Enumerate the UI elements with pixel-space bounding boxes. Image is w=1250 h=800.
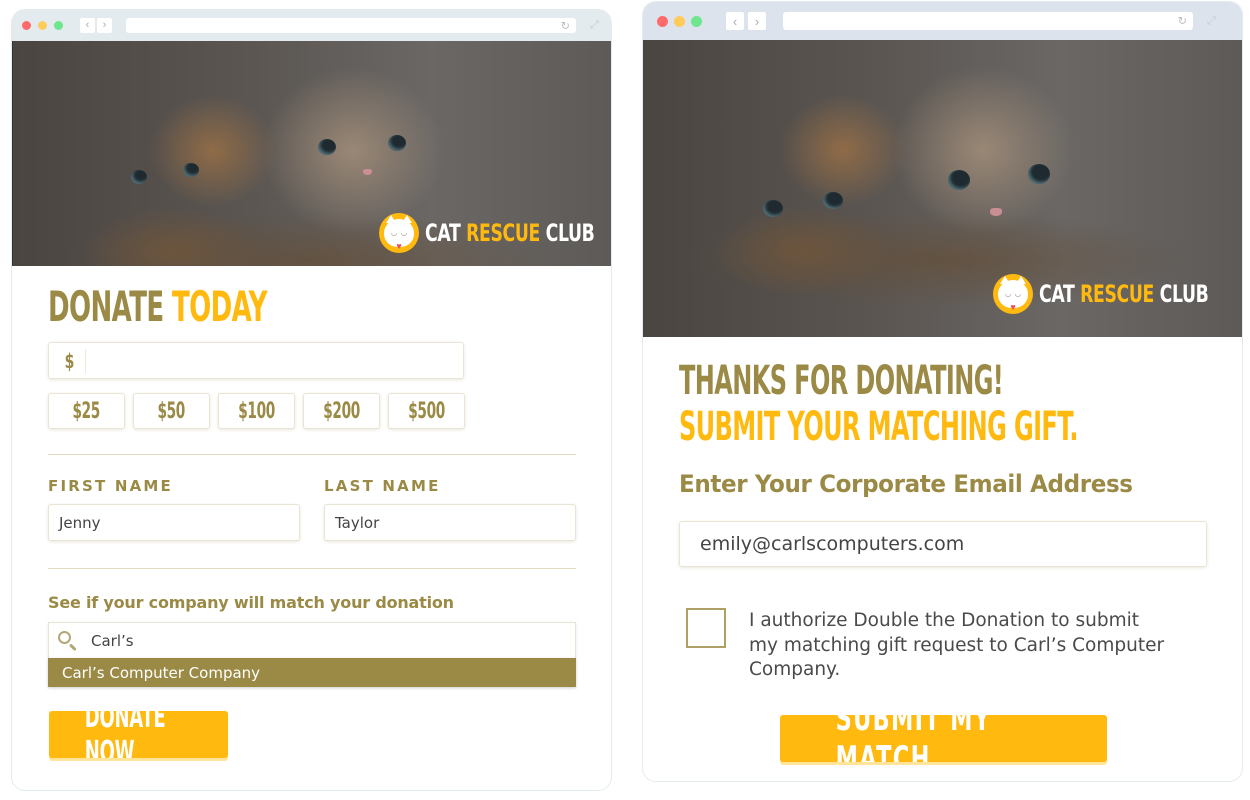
preset-label: $500 bbox=[408, 398, 445, 424]
title-donate: DONATE bbox=[48, 282, 164, 331]
donate-now-button[interactable]: DONATE NOW bbox=[49, 711, 228, 758]
reload-icon[interactable]: ↻ bbox=[1178, 15, 1187, 28]
close-window-dot[interactable] bbox=[657, 15, 668, 27]
kitten-eye bbox=[318, 139, 336, 155]
window-controls bbox=[22, 21, 70, 30]
title-line-thanks: THANKS FOR DONATING! bbox=[679, 358, 1004, 404]
divider bbox=[48, 454, 576, 455]
brand-word-rescue: RESCUE bbox=[466, 219, 540, 247]
input-divider bbox=[85, 348, 86, 373]
title-line-submit: SUBMIT YOUR MATCHING GIFT. bbox=[679, 404, 1078, 450]
kitten-nose bbox=[990, 208, 1002, 216]
page-title: DONATE TODAY bbox=[48, 286, 268, 328]
authorize-consent-text: I authorize Double the Donation to submi… bbox=[749, 610, 1165, 680]
last-name-label: LAST NAME bbox=[324, 477, 441, 495]
maximize-window-dot[interactable] bbox=[54, 21, 63, 30]
first-name-input[interactable]: Jenny bbox=[48, 504, 300, 541]
back-icon[interactable]: ‹ bbox=[726, 12, 744, 30]
page-title: THANKS FOR DONATING! SUBMIT YOUR MATCHIN… bbox=[679, 358, 1078, 450]
brand-logo: ◡ ◡ ♥ CAT RESCUE CLUB bbox=[993, 274, 1242, 314]
brand-word-club: CLUB bbox=[1159, 280, 1209, 308]
browser-chrome: ‹ › ↻ ⤢ bbox=[12, 10, 611, 41]
donation-form-window: ‹ › ↻ ⤢ ◡ ◡ ♥ CAT RESCUE CLUB DONATE TODA… bbox=[11, 9, 612, 791]
back-icon[interactable]: ‹ bbox=[80, 18, 95, 33]
browser-chrome: ‹ › ↻ ⤢ bbox=[643, 2, 1242, 40]
address-bar[interactable]: ↻ bbox=[783, 12, 1193, 30]
minimize-window-dot[interactable] bbox=[674, 15, 685, 27]
submit-match-label: SUBMIT MY MATCH bbox=[835, 715, 992, 762]
brand-logo: ◡ ◡ ♥ CAT RESCUE CLUB bbox=[379, 213, 611, 253]
expand-icon[interactable]: ⤢ bbox=[590, 19, 599, 32]
kitten-eye bbox=[183, 163, 199, 177]
preset-50-button[interactable]: $50 bbox=[133, 393, 210, 429]
preset-label: $100 bbox=[238, 398, 275, 424]
window-controls bbox=[657, 15, 708, 27]
company-match-label: See if your company will match your dona… bbox=[48, 593, 454, 612]
donation-amount-input[interactable]: $ bbox=[48, 342, 464, 379]
preset-label: $50 bbox=[157, 398, 186, 424]
forward-icon[interactable]: › bbox=[97, 18, 112, 33]
submit-match-button[interactable]: SUBMIT MY MATCH bbox=[780, 715, 1107, 762]
last-name-input[interactable]: Taylor bbox=[324, 504, 576, 541]
brand-word-rescue: RESCUE bbox=[1080, 280, 1154, 308]
reload-icon[interactable]: ↻ bbox=[561, 19, 570, 32]
hero-kittens-image: ◡ ◡ ♥ CAT RESCUE CLUB bbox=[643, 40, 1242, 337]
title-today: TODAY bbox=[171, 282, 268, 331]
cat-logo-icon: ◡ ◡ ♥ bbox=[993, 274, 1033, 314]
first-name-label: FIRST NAME bbox=[48, 477, 173, 495]
preset-amounts: $25 $50 $100 $200 $500 bbox=[48, 393, 465, 429]
preset-25-button[interactable]: $25 bbox=[48, 393, 125, 429]
close-window-dot[interactable] bbox=[22, 21, 31, 30]
brand-word-club: CLUB bbox=[545, 219, 595, 247]
preset-label: $25 bbox=[72, 398, 101, 424]
address-bar[interactable]: ↻ bbox=[126, 18, 576, 33]
company-search-value: Carl’s bbox=[91, 631, 134, 650]
hero-kittens-image: ◡ ◡ ♥ CAT RESCUE CLUB bbox=[12, 41, 611, 266]
expand-icon[interactable]: ⤢ bbox=[1207, 15, 1216, 28]
preset-500-button[interactable]: $500 bbox=[388, 393, 465, 429]
cat-logo-icon: ◡ ◡ ♥ bbox=[379, 213, 419, 253]
kitten-eye bbox=[823, 192, 843, 209]
search-icon bbox=[57, 630, 79, 652]
currency-symbol: $ bbox=[64, 348, 75, 373]
preset-200-button[interactable]: $200 bbox=[303, 393, 380, 429]
matching-gift-window: ‹ › ↻ ⤢ ◡ ◡ ♥ CAT RESCUE CLUB THANKS FOR … bbox=[642, 1, 1243, 782]
kitten-nose bbox=[363, 169, 372, 175]
kitten-eye bbox=[388, 135, 406, 151]
company-search-input[interactable]: Carl’s bbox=[48, 622, 576, 658]
divider bbox=[48, 568, 576, 569]
brand-word-cat: CAT bbox=[1039, 280, 1075, 308]
maximize-window-dot[interactable] bbox=[691, 15, 702, 27]
preset-100-button[interactable]: $100 bbox=[218, 393, 295, 429]
email-label: Enter Your Corporate Email Address bbox=[679, 470, 1133, 498]
corporate-email-input[interactable]: emily@carlscomputers.com bbox=[679, 521, 1207, 567]
preset-label: $200 bbox=[323, 398, 360, 424]
minimize-window-dot[interactable] bbox=[38, 21, 47, 30]
kitten-eye bbox=[131, 170, 147, 184]
authorize-checkbox[interactable] bbox=[686, 608, 726, 648]
kitten-eye bbox=[763, 200, 783, 217]
company-suggestion-item[interactable]: Carl’s Computer Company bbox=[48, 658, 576, 687]
donate-now-label: DONATE NOW bbox=[84, 711, 166, 758]
kitten-eye bbox=[948, 170, 970, 190]
brand-word-cat: CAT bbox=[425, 219, 461, 247]
forward-icon[interactable]: › bbox=[748, 12, 766, 30]
kitten-eye bbox=[1028, 164, 1050, 184]
